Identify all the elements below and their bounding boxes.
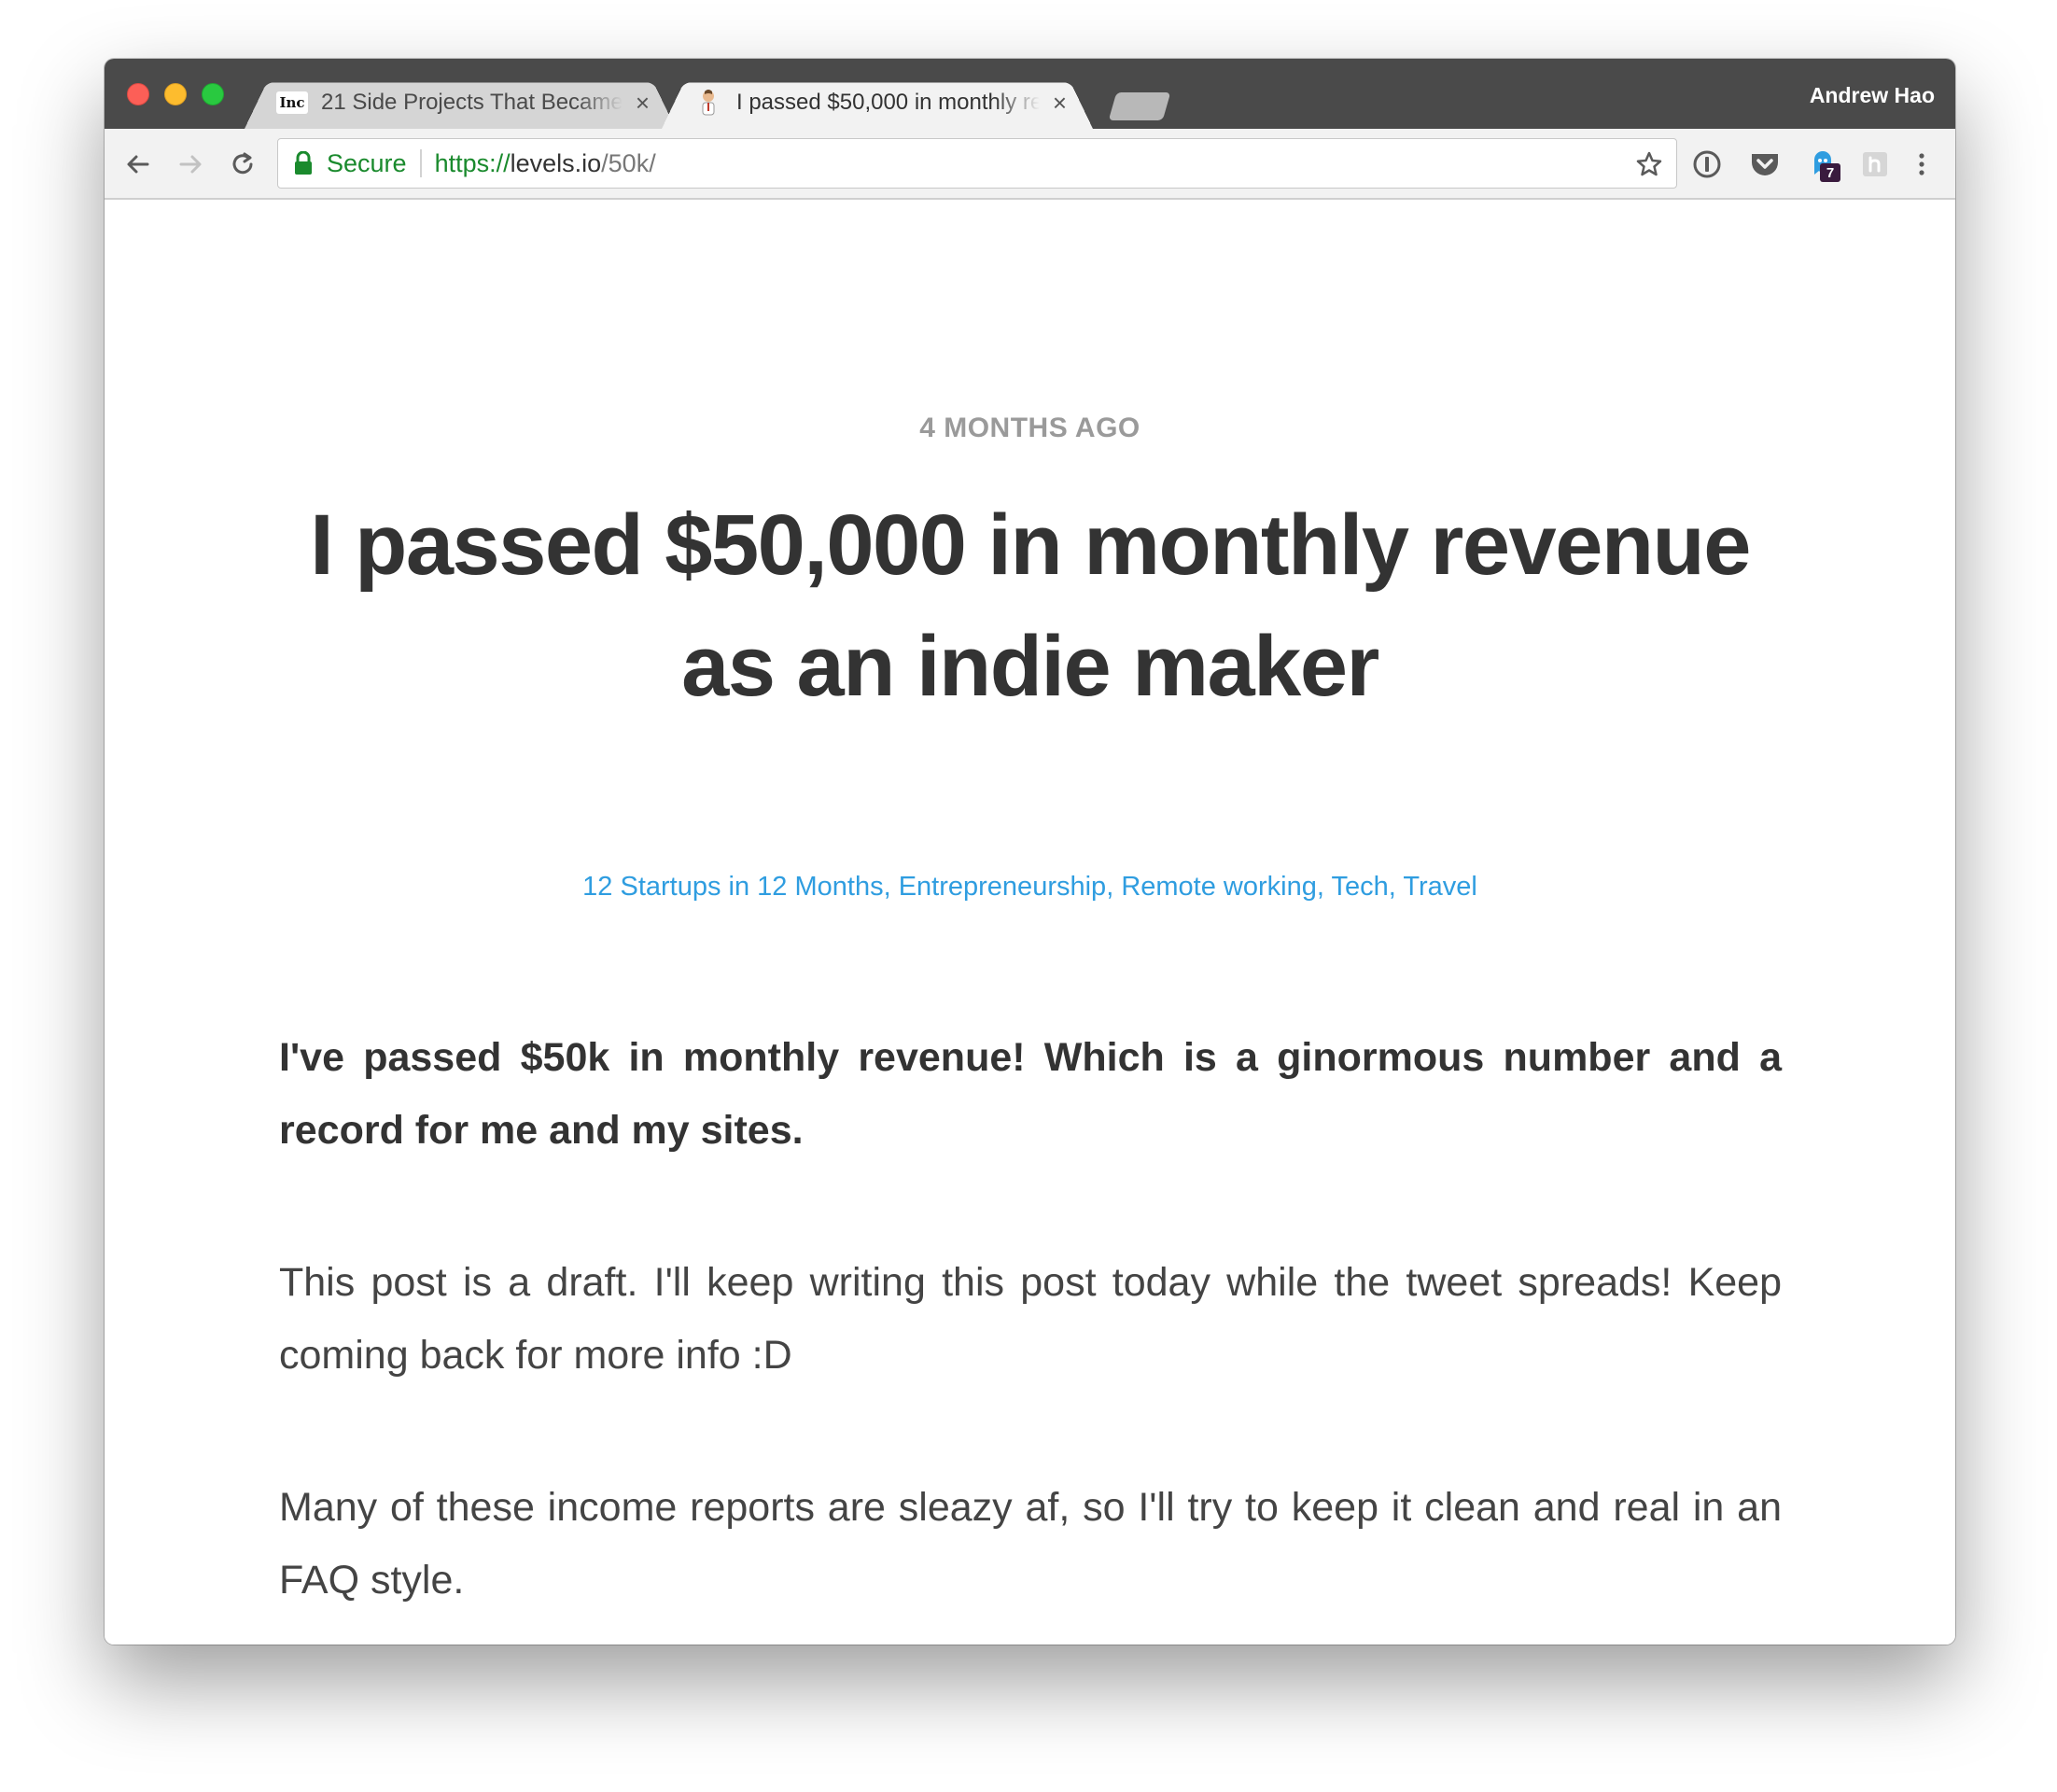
browser-window: Inc 21 Side Projects That Became Million…	[105, 59, 1955, 1645]
address-bar[interactable]: Secure https://levels.io/50k/	[277, 138, 1677, 189]
tag-link[interactable]: Tech	[1331, 872, 1388, 902]
post-tags: 12 Startups in 12 Months, Entrepreneursh…	[105, 872, 1955, 903]
reload-icon[interactable]	[226, 147, 259, 181]
tag-separator: ,	[883, 872, 891, 902]
post-paragraph: This post is a draft. I'll keep writing …	[279, 1260, 1782, 1378]
tag-link[interactable]: Entrepreneurship	[899, 872, 1106, 902]
inc-favicon-icon: Inc	[276, 91, 308, 114]
extension-icon[interactable]: 7	[1807, 148, 1840, 182]
tag-separator: ,	[1316, 872, 1324, 902]
post-title: I passed $50,000 in monthly revenue as a…	[310, 497, 1751, 714]
page-content: 4 MONTHS AGO I passed $50,000 in monthly…	[105, 200, 1955, 1645]
post-paragraph: Many of these income reports are sleazy …	[279, 1485, 1782, 1603]
tag-separator: ,	[1106, 872, 1114, 902]
tab-title: 21 Side Projects That Became Million-Dol…	[321, 89, 623, 115]
minimize-window-button[interactable]	[164, 83, 187, 105]
hacker-news-icon[interactable]	[1859, 148, 1891, 180]
lock-icon	[293, 150, 314, 175]
url-text[interactable]: https://levels.io/50k/	[435, 149, 656, 178]
url-scheme: https://	[434, 148, 511, 177]
forward-icon[interactable]	[174, 147, 207, 181]
close-window-button[interactable]	[127, 83, 149, 105]
menu-icon[interactable]	[1906, 148, 1938, 180]
tag-link[interactable]: Remote working	[1121, 872, 1317, 902]
tag-link[interactable]: 12 Startups in 12 Months	[582, 872, 883, 902]
levels-favicon-icon	[693, 88, 723, 118]
maximize-window-button[interactable]	[202, 83, 224, 105]
tab-levels[interactable]: I passed $50,000 in monthly revenue as a…	[662, 76, 1093, 129]
star-icon[interactable]	[1635, 150, 1663, 178]
pocket-icon[interactable]	[1749, 148, 1781, 180]
tab-close-icon[interactable]: ×	[636, 91, 650, 115]
tab-strip: Inc 21 Side Projects That Became Million…	[105, 59, 1955, 129]
profile-name[interactable]: Andrew Hao	[1810, 83, 1935, 108]
post-body: I've passed $50k in monthly revenue! Whi…	[279, 1021, 1782, 1645]
tag-link[interactable]: Travel	[1403, 872, 1477, 902]
extension-badge: 7	[1820, 163, 1840, 182]
browser-toolbar: Secure https://levels.io/50k/ 7	[105, 129, 1955, 200]
onepassword-icon[interactable]	[1691, 148, 1723, 180]
tab-title: I passed $50,000 in monthly revenue as a…	[736, 89, 1040, 115]
url-path: /50k/	[601, 148, 656, 177]
tab-inc[interactable]: Inc 21 Side Projects That Became Million…	[245, 76, 676, 129]
back-icon[interactable]	[121, 147, 155, 181]
secure-label: Secure	[327, 148, 407, 177]
tab-close-icon[interactable]: ×	[1053, 91, 1067, 115]
tag-separator: ,	[1388, 872, 1396, 902]
new-tab-button[interactable]	[1108, 92, 1171, 120]
url-host: levels.io	[510, 148, 602, 177]
post-date: 4 MONTHS AGO	[919, 413, 1140, 443]
post-paragraph-lead: I've passed $50k in monthly revenue! Whi…	[279, 1035, 1782, 1153]
omnibox-separator	[419, 149, 422, 177]
